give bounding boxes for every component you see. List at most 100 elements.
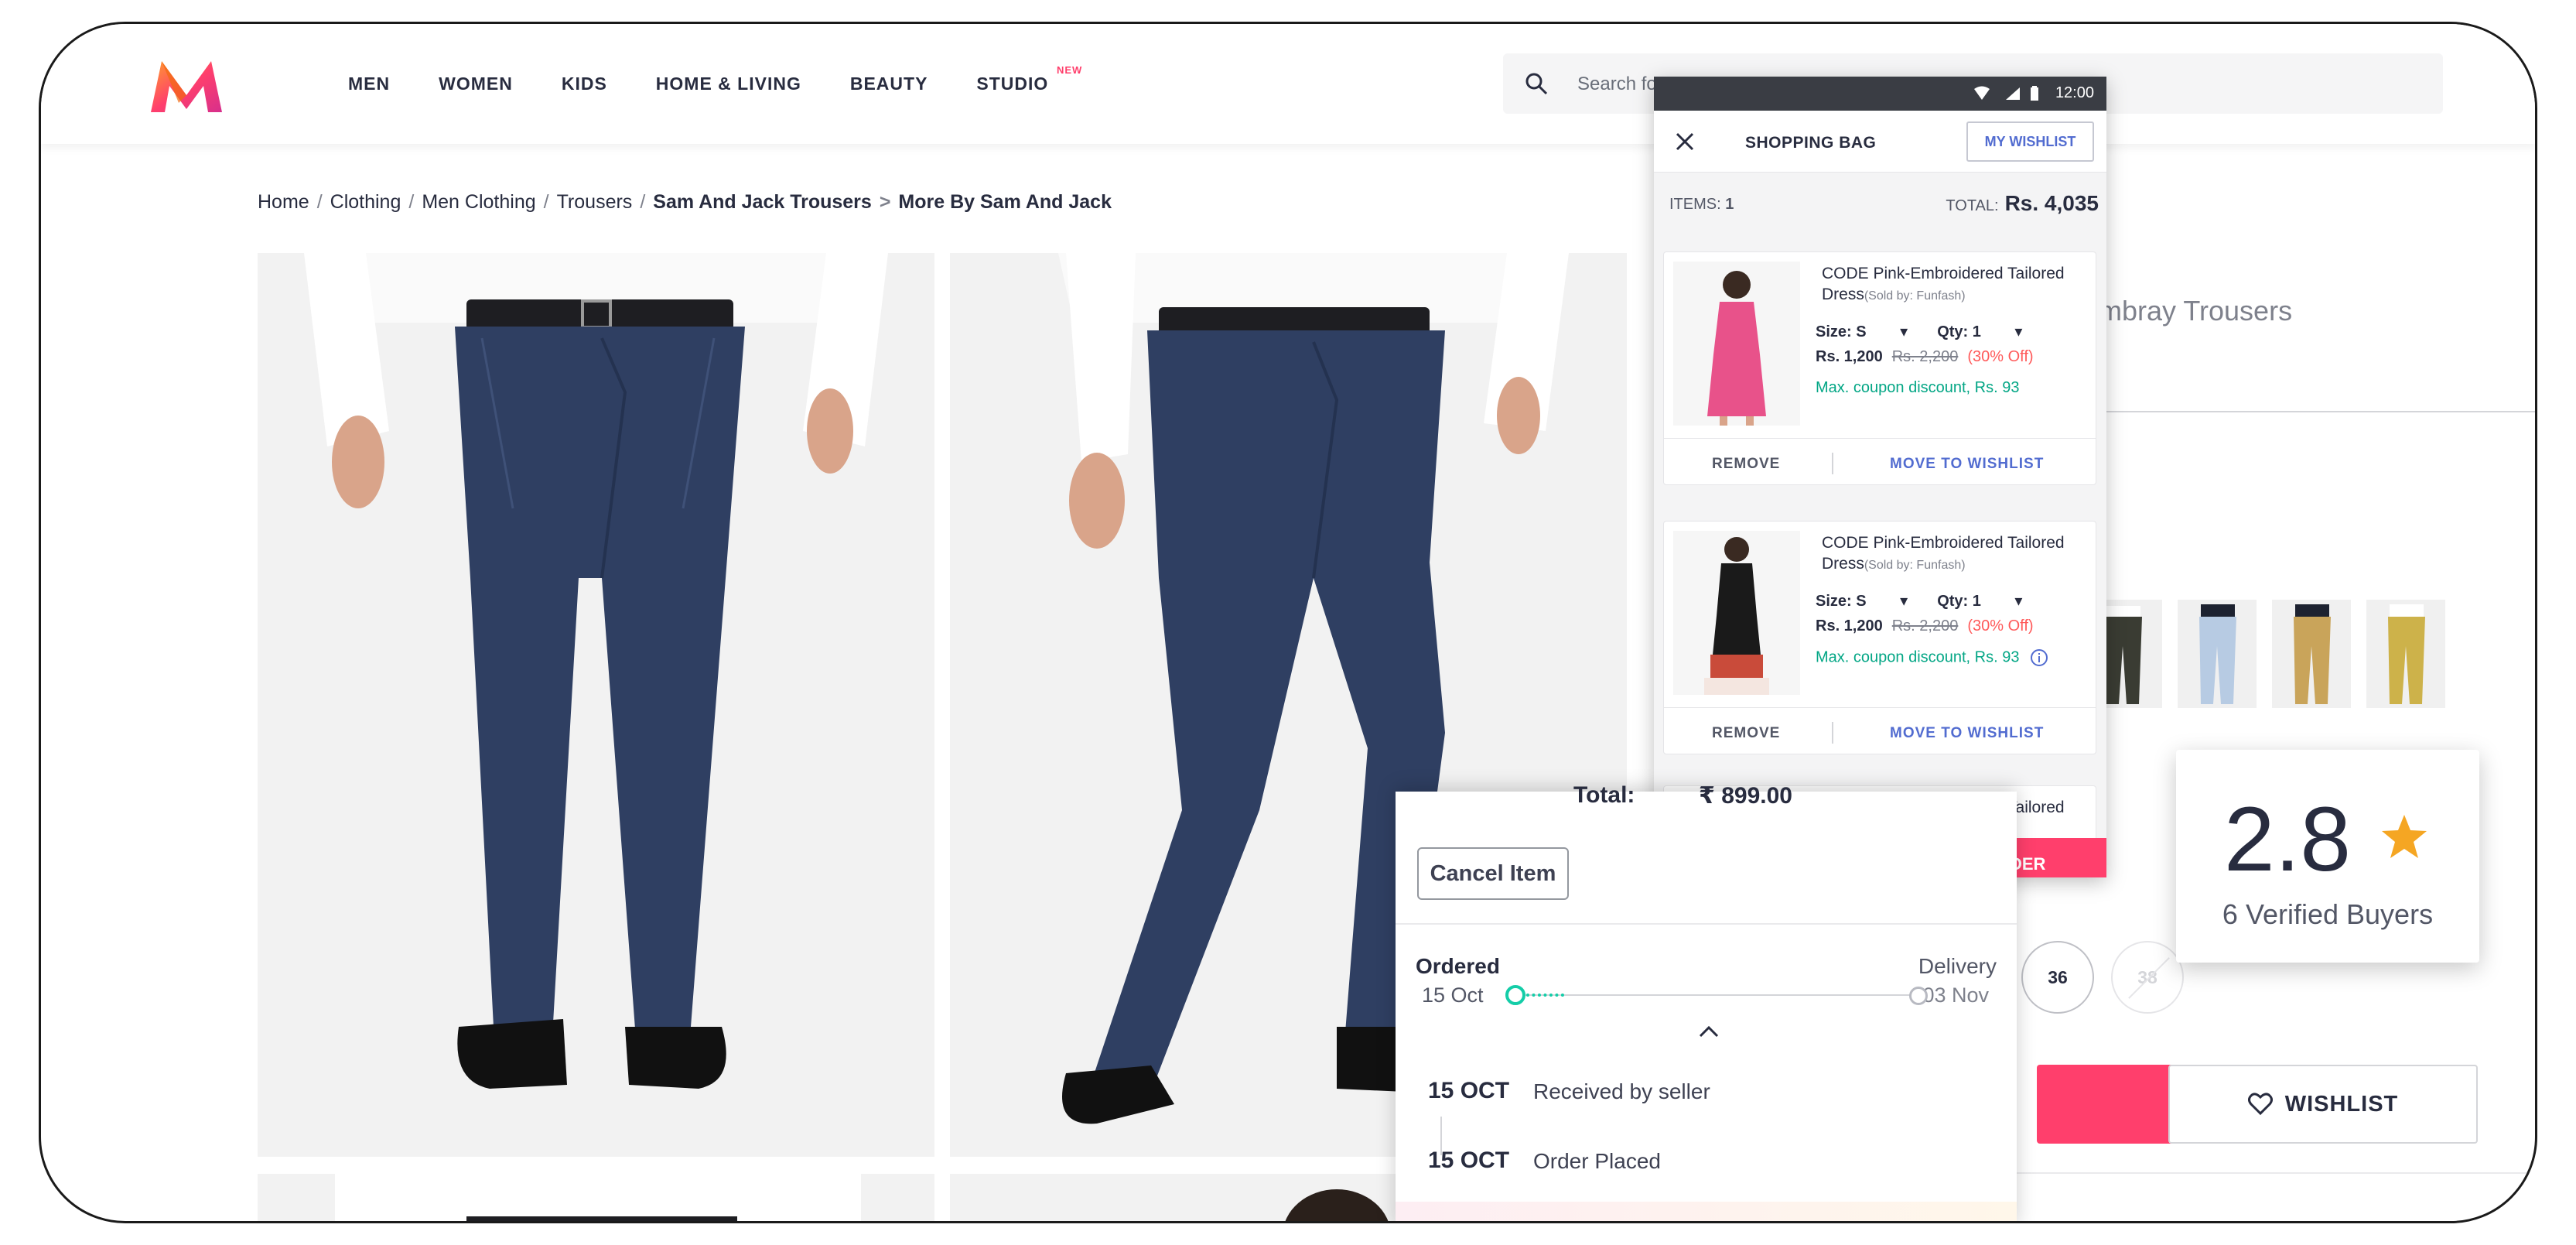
size-38-button: 38: [2111, 941, 2184, 1014]
breadcrumb: Home / Clothing / Men Clothing / Trousers / Sam …: [258, 191, 1112, 213]
signal-icon: [2006, 87, 2020, 100]
size-select[interactable]: Size: S ▾: [1816, 593, 1908, 610]
status-bar: 12:00: [1654, 77, 2106, 111]
bag-item-image[interactable]: [1673, 262, 1800, 426]
ordered-date: 15 Oct: [1422, 983, 1484, 1007]
device-frame: MEN WOMEN KIDS HOME & LIVING BEAUTY STUD…: [39, 22, 2537, 1223]
main-nav: MEN WOMEN KIDS HOME & LIVING BEAUTY STUD…: [348, 64, 1097, 94]
nav-women[interactable]: WOMEN: [439, 74, 513, 94]
trousers-back-image: [258, 1174, 934, 1221]
action-divider: [1832, 453, 1833, 474]
star-icon: [2382, 815, 2427, 858]
price-mrp: Rs. 2,200: [1891, 617, 1959, 634]
size-value: Size: S: [1816, 593, 1867, 610]
size-select[interactable]: Size: S ▾: [1816, 323, 1908, 340]
variant-mustard-image: [2366, 600, 2445, 708]
order-total-label: Total:: [1573, 782, 1635, 808]
price-current: Rs. 1,200: [1816, 617, 1883, 634]
price-mrp: Rs. 2,200: [1891, 348, 1959, 365]
product-image-1[interactable]: [258, 253, 934, 1157]
wishlist-button[interactable]: WISHLIST: [2168, 1065, 2478, 1144]
wifi-icon: [1974, 86, 1990, 100]
delivery-date: 03 Nov: [1922, 983, 1989, 1007]
bag-item-options: Size: S ▾ Qty: 1 ▾: [1816, 322, 2052, 341]
order-total-value: ₹ 899.00: [1699, 783, 1792, 809]
search-input[interactable]: Search fo: [1577, 74, 1657, 95]
product-image-3[interactable]: [258, 1174, 934, 1221]
bag-item-price: Rs. 1,200 Rs. 2,200 (30% Off): [1816, 617, 2034, 635]
nav-beauty[interactable]: BEAUTY: [850, 74, 928, 94]
items-count: ITEMS: 1: [1669, 196, 1734, 214]
info-icon[interactable]: [2030, 648, 2048, 667]
qty-value: Qty: 1: [1937, 593, 1981, 610]
items-label: ITEMS:: [1669, 196, 1721, 213]
bag-item-image[interactable]: [1673, 531, 1800, 695]
bag-item-name[interactable]: CODE Pink-Embroidered Tailored Dress(Sol…: [1822, 263, 2085, 306]
nav-studio[interactable]: STUDIO NEW: [976, 64, 1081, 94]
bag-item-price: Rs. 1,200 Rs. 2,200 (30% Off): [1816, 348, 2034, 366]
new-badge: NEW: [1056, 64, 1083, 76]
order-tracking-panel: Total: ₹ 899.00 Cancel Item Ordered 15 O…: [1396, 782, 2017, 1221]
crumb-men-clothing[interactable]: Men Clothing: [422, 191, 535, 213]
trousers-front-image: [258, 253, 934, 1157]
verified-buyers: 6 Verified Buyers: [2222, 898, 2434, 930]
price-discount: (30% Off): [1967, 348, 2034, 365]
bag-item-seller: (Sold by: Funfash): [1864, 559, 1966, 572]
chevron-up-icon[interactable]: [1697, 1024, 1720, 1039]
qty-value: Qty: 1: [1937, 323, 1981, 340]
bag-item-2: CODE Pink-Embroidered Tailored Dress(Sol…: [1663, 521, 2096, 754]
cancel-item-button[interactable]: Cancel Item: [1417, 847, 1569, 900]
delivery-step-dot: [1909, 987, 1928, 1005]
nav-kids[interactable]: KIDS: [562, 74, 607, 94]
remove-button[interactable]: REMOVE: [1712, 456, 1780, 473]
event-date: 15 OCT: [1428, 1148, 1510, 1173]
myntra-logo[interactable]: [148, 58, 225, 114]
qty-select[interactable]: Qty: 1 ▾: [1937, 323, 2022, 340]
crumb-clothing[interactable]: Clothing: [330, 191, 401, 213]
price-current: Rs. 1,200: [1816, 348, 1883, 365]
search-icon: [1525, 73, 1548, 95]
ordered-step-dot: [1505, 985, 1525, 1005]
shopping-bag-phone: 12:00 SHOPPING BAG MY WISHLIST ITEMS: 1 …: [1654, 77, 2106, 877]
event-text: Order Placed: [1533, 1149, 1661, 1173]
nav-men[interactable]: MEN: [348, 74, 390, 94]
move-to-wishlist-button[interactable]: MOVE TO WISHLIST: [1890, 725, 2044, 742]
promo-band: [1396, 1202, 2017, 1221]
crumb-brand[interactable]: Sam And Jack Trousers: [653, 191, 872, 213]
variant-thumb-khaki[interactable]: [2272, 600, 2351, 708]
qty-select[interactable]: Qty: 1 ▾: [1937, 593, 2022, 610]
coupon-discount: Max. coupon discount, Rs. 93: [1816, 379, 2020, 396]
crumb-home[interactable]: Home: [258, 191, 309, 213]
crumb-more-by-brand[interactable]: More By Sam And Jack: [898, 191, 1112, 213]
crumb-more-separator: >: [879, 191, 891, 213]
variant-thumb-mustard[interactable]: [2366, 600, 2445, 708]
rating-card: 2.8 6 Verified Buyers: [2176, 750, 2479, 963]
move-to-wishlist-button[interactable]: MOVE TO WISHLIST: [1890, 456, 2044, 473]
bag-item-name[interactable]: CODE Pink-Embroidered Tailored Dress(Sol…: [1822, 532, 2085, 576]
battery-icon: [2031, 86, 2038, 101]
remove-button[interactable]: REMOVE: [1712, 725, 1780, 742]
nav-studio-label: STUDIO: [976, 74, 1049, 94]
crumb-trousers[interactable]: Trousers: [557, 191, 633, 213]
action-divider: [1832, 722, 1833, 744]
size-36-button[interactable]: 36: [2021, 941, 2094, 1014]
bag-header: SHOPPING BAG MY WISHLIST: [1654, 111, 2106, 173]
black-dress-image: [1673, 531, 1800, 695]
variant-light-blue-image: [2178, 600, 2257, 708]
wishlist-label: WISHLIST: [2284, 1091, 2399, 1117]
total-label: TOTAL:: [1946, 197, 1999, 214]
tracking-progress: [1515, 994, 1917, 997]
event-text: Received by seller: [1533, 1079, 1710, 1103]
close-icon[interactable]: [1674, 131, 1696, 152]
items-value: 1: [1725, 196, 1734, 213]
size-value: Size: S: [1816, 323, 1867, 340]
bag-item-actions: REMOVE MOVE TO WISHLIST: [1664, 438, 2096, 484]
rating-value: 2.8: [2224, 788, 2352, 891]
nav-home-living[interactable]: HOME & LIVING: [656, 74, 801, 94]
pink-dress-image: [1673, 262, 1800, 426]
status-time: 12:00: [2055, 84, 2094, 101]
bag-item-actions: REMOVE MOVE TO WISHLIST: [1664, 707, 2096, 754]
bag-item-seller: (Sold by: Funfash): [1864, 289, 1966, 303]
my-wishlist-button[interactable]: MY WISHLIST: [1966, 121, 2094, 162]
variant-thumb-light-blue[interactable]: [2178, 600, 2257, 708]
